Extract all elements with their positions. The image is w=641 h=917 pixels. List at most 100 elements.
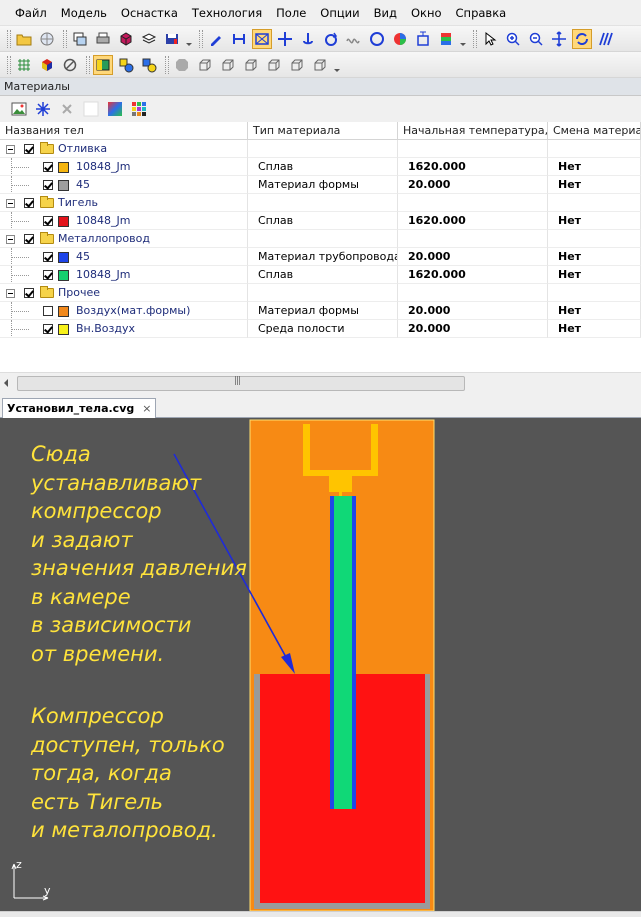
visibility-checkbox[interactable]	[43, 252, 53, 262]
cell-material-type[interactable]	[248, 284, 398, 302]
color-cube-icon[interactable]	[37, 55, 57, 75]
tab-close-icon[interactable]: ×	[142, 402, 151, 415]
cell-material-type[interactable]: Сплав	[248, 158, 398, 176]
cell-material-type[interactable]: Материал трубопровода	[248, 248, 398, 266]
visibility-checkbox[interactable]	[43, 162, 53, 172]
cell-material-change[interactable]	[548, 140, 641, 158]
table-row[interactable]: Воздух(мат.формы) Материал формы 20.000 Нет	[0, 302, 641, 320]
material-color-swatch[interactable]	[58, 270, 69, 281]
cube-3-icon[interactable]	[241, 55, 261, 75]
toolbar-grip[interactable]	[473, 29, 477, 48]
toolbar-grip[interactable]	[199, 29, 203, 48]
visibility-checkbox[interactable]	[24, 288, 34, 298]
cell-material-type[interactable]	[248, 194, 398, 212]
menu-item[interactable]: Оснастка	[114, 0, 185, 26]
cube-5-icon[interactable]	[287, 55, 307, 75]
circle-icon[interactable]	[367, 29, 387, 49]
rotate-view-icon[interactable]	[572, 28, 592, 49]
menu-item[interactable]: Модель	[54, 0, 114, 26]
bracket-blue-icon[interactable]	[229, 29, 249, 49]
document-tab[interactable]: Установил_тела.cvg ×	[2, 398, 157, 418]
cell-material-change[interactable]	[548, 284, 641, 302]
menu-item[interactable]: Поле	[269, 0, 313, 26]
menu-item[interactable]: Технология	[185, 0, 269, 26]
material-color-swatch[interactable]	[58, 162, 69, 173]
gradient-tool-icon[interactable]	[106, 100, 124, 118]
cell-material-type[interactable]	[248, 140, 398, 158]
visibility-checkbox[interactable]	[43, 324, 53, 334]
cube-1-icon[interactable]	[195, 55, 215, 75]
color-grid-icon[interactable]	[130, 100, 148, 118]
horizontal-scrollbar[interactable]	[0, 372, 641, 394]
save-red-icon[interactable]	[162, 29, 182, 49]
table-row[interactable]: Вн.Воздух Среда полости 20.000 Нет	[0, 320, 641, 338]
distribute-icon[interactable]	[413, 29, 433, 49]
cell-material-type[interactable]: Сплав	[248, 212, 398, 230]
visibility-checkbox[interactable]	[24, 144, 34, 154]
pan-icon[interactable]	[549, 29, 569, 49]
material-color-swatch[interactable]	[58, 306, 69, 317]
cube-3d-icon[interactable]	[116, 29, 136, 49]
stack-color-icon[interactable]	[436, 29, 456, 49]
menu-item[interactable]: Вид	[367, 0, 404, 26]
star-tool-icon[interactable]	[34, 100, 52, 118]
visibility-checkbox[interactable]	[43, 306, 53, 316]
scroll-left-arrow-icon[interactable]	[4, 379, 8, 387]
tree-collapse-icon[interactable]	[6, 145, 15, 154]
shapes-icon[interactable]	[116, 55, 136, 75]
cube-2-icon[interactable]	[218, 55, 238, 75]
print-icon[interactable]	[93, 29, 113, 49]
stripes-icon[interactable]	[595, 29, 615, 49]
column-header-body-names[interactable]: Названия тел	[0, 122, 248, 140]
model-viewport[interactable]: Сюда устанавливают компрессор и задают значе…	[0, 418, 641, 911]
shapes-yellow-icon[interactable]	[139, 55, 159, 75]
cell-material-change[interactable]: Нет	[548, 248, 641, 266]
table-group-row[interactable]: Металлопровод	[0, 230, 641, 248]
cell-material-change[interactable]: Нет	[548, 302, 641, 320]
table-group-row[interactable]: Прочее	[0, 284, 641, 302]
column-header-material-change[interactable]: Смена материала	[548, 122, 641, 140]
cell-initial-temperature[interactable]	[398, 284, 548, 302]
cube-4-icon[interactable]	[264, 55, 284, 75]
table-row[interactable]: 10848_Jm Сплав 1620.000 Нет	[0, 266, 641, 284]
column-header-material-type[interactable]: Тип материала	[248, 122, 398, 140]
cell-initial-temperature[interactable]	[398, 194, 548, 212]
cell-initial-temperature[interactable]: 20.000	[398, 320, 548, 338]
move-arrows-icon[interactable]	[275, 29, 295, 49]
toolbar-overflow-chevron-icon[interactable]	[459, 30, 466, 48]
cell-initial-temperature[interactable]: 20.000	[398, 302, 548, 320]
anchor-icon[interactable]	[298, 29, 318, 49]
sphere-outline-icon[interactable]	[60, 55, 80, 75]
menu-item[interactable]: Справка	[449, 0, 514, 26]
visibility-checkbox[interactable]	[43, 216, 53, 226]
zoom-in-icon[interactable]	[503, 29, 523, 49]
toolbar-overflow-chevron-icon[interactable]	[185, 30, 192, 48]
copy-windows-icon[interactable]	[70, 29, 90, 49]
open-folder-icon[interactable]	[14, 29, 34, 49]
close-x-icon[interactable]	[58, 100, 76, 118]
octagon-icon[interactable]	[172, 55, 192, 75]
wave-icon[interactable]	[344, 29, 364, 49]
table-group-row[interactable]: Отливка	[0, 140, 641, 158]
material-color-swatch[interactable]	[58, 252, 69, 263]
cell-initial-temperature[interactable]: 1620.000	[398, 212, 548, 230]
cell-material-type[interactable]	[248, 230, 398, 248]
column-header-initial-temperature[interactable]: Начальная температура, ...	[398, 122, 548, 140]
grid-dots-icon[interactable]	[14, 55, 34, 75]
menu-item[interactable]: Опции	[313, 0, 366, 26]
cell-initial-temperature[interactable]: 1620.000	[398, 158, 548, 176]
cell-material-change[interactable]: Нет	[548, 320, 641, 338]
cell-initial-temperature[interactable]: 1620.000	[398, 266, 548, 284]
globe-icon[interactable]	[37, 29, 57, 49]
cell-initial-temperature[interactable]	[398, 140, 548, 158]
cell-material-change[interactable]: Нет	[548, 158, 641, 176]
color-wheel-icon[interactable]	[390, 29, 410, 49]
table-row[interactable]: 10848_Jm Сплав 1620.000 Нет	[0, 158, 641, 176]
cube-6-icon[interactable]	[310, 55, 330, 75]
material-color-swatch[interactable]	[58, 324, 69, 335]
tree-collapse-icon[interactable]	[6, 235, 15, 244]
scrollbar-thumb[interactable]	[17, 376, 465, 391]
cell-initial-temperature[interactable]: 20.000	[398, 176, 548, 194]
cell-material-change[interactable]	[548, 194, 641, 212]
yellow-rect-icon[interactable]	[93, 54, 113, 75]
